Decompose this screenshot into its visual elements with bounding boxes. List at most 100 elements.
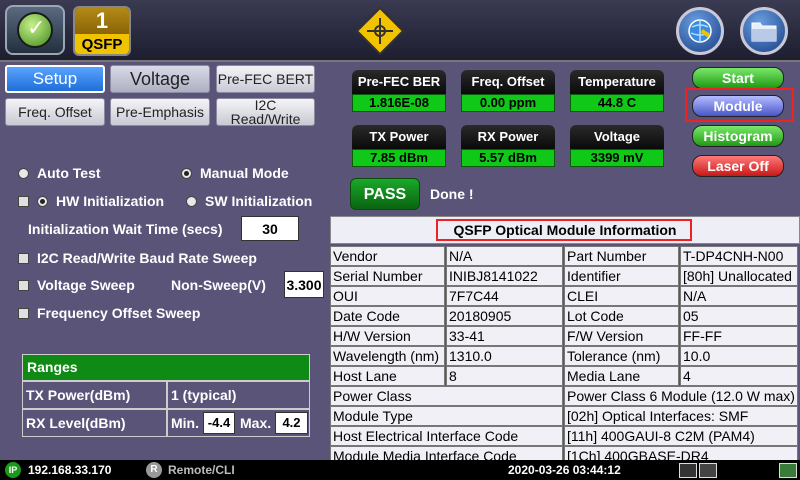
meas-voltage: Voltage 3399 mV xyxy=(570,125,664,169)
done-text: Done ! xyxy=(430,186,474,202)
max-input[interactable]: 4.2 xyxy=(275,412,308,434)
table-row: Module Type [02h] Optical Interfaces: SM… xyxy=(330,406,800,426)
sw-init-radio[interactable]: SW Initialization xyxy=(186,193,312,209)
cell-value: 8 xyxy=(446,366,563,386)
network-status-icon xyxy=(699,463,717,478)
cell-label: Module Type xyxy=(330,406,563,426)
auto-test-radio[interactable]: Auto Test xyxy=(18,165,101,181)
battery-icon xyxy=(779,463,797,478)
tab-i2c-read-write[interactable]: I2C Read/Write xyxy=(216,98,315,126)
table-row: OUI 7F7C44 CLEI N/A xyxy=(330,286,800,306)
remote-badge-icon: R xyxy=(146,462,162,478)
non-sweep-label: Non-Sweep(V) xyxy=(171,277,266,293)
checkbox-icon xyxy=(18,279,29,291)
table-row: Wavelength (nm) 1310.0 Tolerance (nm) 10… xyxy=(330,346,800,366)
table-row: Host Electrical Interface Code [11h] 400… xyxy=(330,426,800,446)
non-sweep-input[interactable]: 3.300 xyxy=(284,271,324,298)
cell-value: 7F7C44 xyxy=(446,286,563,306)
cell-label: H/W Version xyxy=(330,326,445,346)
meas-value: 0.00 ppm xyxy=(461,94,555,112)
cell-label: CLEI xyxy=(564,286,679,306)
min-input[interactable]: -4.4 xyxy=(203,412,235,434)
cell-label: Wavelength (nm) xyxy=(330,346,445,366)
module-badge[interactable]: 1 QSFP xyxy=(73,6,131,56)
meas-title: RX Power xyxy=(461,125,555,149)
meas-temperature: Temperature 44.8 C xyxy=(570,70,664,114)
cell-value: N/A xyxy=(446,246,563,266)
meas-freq-offset: Freq. Offset 0.00 ppm xyxy=(461,70,555,114)
ranges-row-rx: RX Level(dBm) Min. -4.4 Max. 4.2 xyxy=(22,409,310,437)
cell-label: Power Class xyxy=(330,386,563,406)
usb-status-icon xyxy=(679,463,697,478)
cell-value: 05 xyxy=(680,306,798,326)
cell-value: [11h] 400GAUI-8 C2M (PAM4) xyxy=(564,426,798,446)
module-highlight-box xyxy=(685,88,794,122)
folder-icon[interactable] xyxy=(740,7,788,55)
min-label: Min. xyxy=(171,415,199,431)
home-logo-icon xyxy=(17,12,53,48)
voltage-sweep-label: Voltage Sweep xyxy=(37,277,135,293)
table-row: Module Media Interface Code [1Ch] 400GBA… xyxy=(330,446,800,460)
radio-on-icon xyxy=(181,167,192,179)
baud-sweep-checkbox[interactable]: I2C Read/Write Baud Rate Sweep xyxy=(18,250,257,266)
crosshair-icon[interactable] xyxy=(355,6,405,56)
cell-value: Power Class 6 Module (12.0 W max) xyxy=(564,386,798,406)
cell-value: [1Ch] 400GBASE-DR4 xyxy=(564,446,798,460)
hw-init-radio[interactable]: HW Initialization xyxy=(18,193,164,209)
meas-pre-fec-ber: Pre-FEC BER 1.816E-08 xyxy=(352,70,446,114)
meas-value: 44.8 C xyxy=(570,94,664,112)
screen: 1 QSFP Setup Voltage Pre-FEC BERT Freq. … xyxy=(0,0,800,480)
rx-level-range: Min. -4.4 Max. 4.2 xyxy=(167,409,310,437)
tab-pre-emphasis[interactable]: Pre-Emphasis xyxy=(110,98,210,126)
cell-label: Identifier xyxy=(564,266,679,286)
freq-sweep-checkbox[interactable]: Frequency Offset Sweep xyxy=(18,305,200,321)
table-row: Power Class Power Class 6 Module (12.0 W… xyxy=(330,386,800,406)
meas-title: TX Power xyxy=(352,125,446,149)
meas-title: Pre-FEC BER xyxy=(352,70,446,94)
laser-off-button[interactable]: Laser Off xyxy=(692,155,784,177)
meas-title: Voltage xyxy=(570,125,664,149)
tab-pre-fec-bert[interactable]: Pre-FEC BERT xyxy=(216,65,315,93)
tab-freq-offset[interactable]: Freq. Offset xyxy=(5,98,105,126)
ranges-table: Ranges TX Power(dBm) 1 (typical) RX Leve… xyxy=(22,354,310,437)
start-button[interactable]: Start xyxy=(692,67,784,89)
ip-address: 192.168.33.170 xyxy=(28,463,112,477)
cell-label: Serial Number xyxy=(330,266,445,286)
rx-level-label: RX Level(dBm) xyxy=(22,409,167,437)
table-row: H/W Version 33-41 F/W Version FF-FF xyxy=(330,326,800,346)
init-wait-input[interactable]: 30 xyxy=(241,216,299,241)
meas-value: 7.85 dBm xyxy=(352,149,446,167)
auto-test-label: Auto Test xyxy=(37,165,101,181)
cell-label: Date Code xyxy=(330,306,445,326)
meas-tx-power: TX Power 7.85 dBm xyxy=(352,125,446,169)
table-row: Vendor N/A Part Number T-DP4CNH-N00 xyxy=(330,246,800,266)
checkbox-icon xyxy=(18,195,29,207)
cell-label: Module Media Interface Code xyxy=(330,446,563,460)
tab-voltage[interactable]: Voltage xyxy=(110,65,210,93)
info-title-highlight-box xyxy=(436,219,692,241)
cell-value: [02h] Optical Interfaces: SMF xyxy=(564,406,798,426)
home-button[interactable] xyxy=(5,5,65,55)
cell-label: Vendor xyxy=(330,246,445,266)
cell-value: 4 xyxy=(680,366,798,386)
tab-setup[interactable]: Setup xyxy=(5,65,105,93)
cell-label: OUI xyxy=(330,286,445,306)
module-type-label: QSFP xyxy=(75,34,129,54)
cell-value: 20180905 xyxy=(446,306,563,326)
meas-value: 3399 mV xyxy=(570,149,664,167)
ip-badge-icon: IP xyxy=(5,462,21,478)
table-row: Date Code 20180905 Lot Code 05 xyxy=(330,306,800,326)
tools-globe-icon[interactable] xyxy=(676,7,724,55)
cell-value: T-DP4CNH-N00 xyxy=(680,246,798,266)
header-bar: 1 QSFP xyxy=(0,0,800,62)
checkbox-icon xyxy=(18,307,29,319)
ranges-row-tx: TX Power(dBm) 1 (typical) xyxy=(22,381,310,409)
manual-mode-radio[interactable]: Manual Mode xyxy=(181,165,289,181)
cell-label: Host Lane xyxy=(330,366,445,386)
tx-power-label: TX Power(dBm) xyxy=(22,381,167,409)
histogram-button[interactable]: Histogram xyxy=(692,125,784,147)
sw-init-label: SW Initialization xyxy=(205,193,313,209)
voltage-sweep-checkbox[interactable]: Voltage Sweep xyxy=(18,277,135,293)
checkbox-icon xyxy=(18,252,29,264)
module-info-table: QSFP Optical Module Information Vendor N… xyxy=(330,216,800,460)
